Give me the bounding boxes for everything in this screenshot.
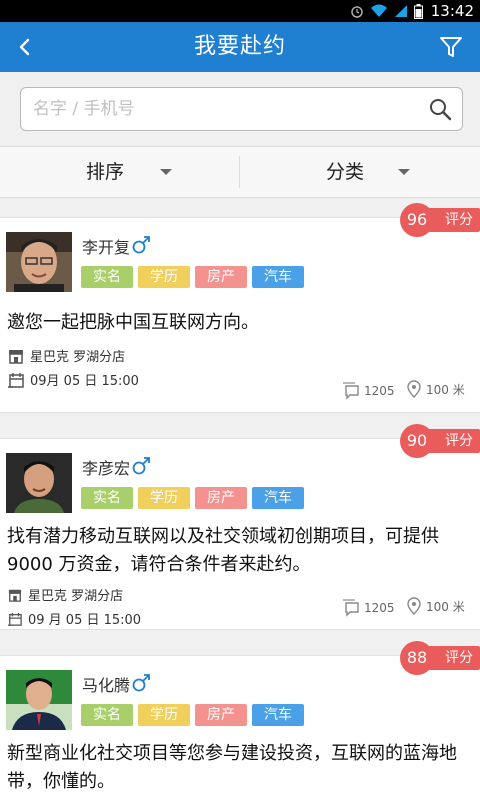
- caret-down-icon: [398, 169, 410, 175]
- score-value: 96: [400, 203, 434, 237]
- chevron-left-icon: [19, 38, 30, 56]
- tag-car: 汽车: [252, 487, 304, 509]
- avatar[interactable]: [6, 453, 72, 513]
- sort-dropdown[interactable]: 排序: [0, 147, 240, 197]
- score-label: 评分: [428, 208, 480, 232]
- tag-property: 房产: [195, 266, 247, 288]
- user-name: 李彦宏: [82, 459, 131, 478]
- status-bar: 13:42: [0, 0, 480, 22]
- comment-count[interactable]: 1205: [342, 599, 395, 617]
- distance: 100 米: [406, 380, 465, 398]
- tag-property: 房产: [195, 487, 247, 509]
- sort-bar: 排序 分类: [0, 146, 480, 198]
- battery-icon: [413, 3, 423, 19]
- calendar-icon: [8, 612, 22, 626]
- comment-count-text: 1205: [364, 601, 395, 615]
- location-pin-icon: [407, 597, 421, 615]
- invitation-text: 邀您一起把脉中国互联网方向。: [7, 312, 259, 333]
- category-dropdown[interactable]: 分类: [240, 147, 480, 197]
- nav-bar: 我要赴约: [0, 22, 480, 72]
- location: 星巴克 罗湖分店: [8, 346, 125, 365]
- invitation-text: 找有潜力移动互联网以及社交领域初创期项目，可提供9000 万资金，请符合条件者来…: [7, 526, 439, 575]
- location-text: 星巴克 罗湖分店: [30, 350, 126, 365]
- score-badge: 评分 90: [400, 424, 480, 458]
- search-section: [0, 72, 480, 146]
- distance-text: 100 米: [426, 382, 465, 397]
- filter-button[interactable]: [438, 34, 464, 60]
- category-label: 分类: [326, 161, 365, 183]
- comment-icon: [343, 599, 359, 617]
- datetime-text: 09月 05 日 15:00: [30, 374, 139, 389]
- male-icon: [132, 236, 150, 254]
- tag-education: 学历: [138, 704, 190, 726]
- search-input[interactable]: [33, 88, 423, 130]
- tag-real-name: 实名: [81, 266, 133, 288]
- datetime: 09月 05 日 15:00: [8, 370, 139, 389]
- tag-list: 实名 学历 房产 汽车: [81, 704, 304, 726]
- score-badge: 评分 96: [400, 203, 480, 237]
- tag-real-name: 实名: [81, 487, 133, 509]
- invitation-text: 新型商业化社交项目等您参与建设投资，互联网的蓝海地带，你懂的。: [7, 743, 457, 792]
- tag-education: 学历: [138, 266, 190, 288]
- status-time: 13:42: [430, 2, 474, 20]
- tag-car: 汽车: [252, 266, 304, 288]
- search-icon[interactable]: [428, 97, 452, 121]
- datetime: 09 月 05 日 15:00: [8, 609, 141, 628]
- location: 星巴克 罗湖分店: [8, 585, 123, 604]
- list-item[interactable]: 评分 96 李开复 实名 学历 房产 汽车 邀您一起把脉中国互联网方向。 星巴克…: [0, 203, 480, 413]
- search-box: [20, 87, 463, 131]
- score-value: 88: [400, 641, 434, 675]
- sort-label: 排序: [86, 161, 125, 183]
- avatar[interactable]: [6, 670, 72, 730]
- alarm-icon: [350, 4, 364, 18]
- filter-funnel-icon: [440, 37, 462, 57]
- score-badge: 评分 88: [400, 641, 480, 675]
- status-icons: 13:42: [350, 2, 474, 20]
- page-title: 我要赴约: [193, 34, 286, 59]
- score-value: 90: [400, 424, 434, 458]
- location-text: 星巴克 罗湖分店: [28, 589, 124, 604]
- tag-property: 房产: [195, 704, 247, 726]
- tag-list: 实名 学历 房产 汽车: [81, 266, 304, 288]
- list-item[interactable]: 评分 88 马化腾 实名 学历 房产 汽车 新型商业化社交项目等您参与建设投资，…: [0, 641, 480, 800]
- score-label: 评分: [428, 646, 480, 670]
- store-icon: [9, 349, 23, 364]
- score-label: 评分: [428, 429, 480, 453]
- signal-icon: [394, 4, 408, 18]
- tag-car: 汽车: [252, 704, 304, 726]
- male-icon: [132, 674, 150, 692]
- wifi-icon: [370, 4, 388, 18]
- tag-real-name: 实名: [81, 704, 133, 726]
- user-name: 李开复: [82, 238, 131, 257]
- comment-count-text: 1205: [364, 384, 395, 398]
- comment-count[interactable]: 1205: [342, 382, 395, 400]
- back-button[interactable]: [12, 34, 38, 60]
- datetime-text: 09 月 05 日 15:00: [28, 613, 142, 628]
- avatar[interactable]: [6, 232, 72, 292]
- calendar-icon: [8, 372, 24, 388]
- tag-list: 实名 学历 房产 汽车: [81, 487, 304, 509]
- caret-down-icon: [160, 169, 172, 175]
- distance: 100 米: [406, 597, 465, 615]
- store-icon: [8, 589, 22, 602]
- user-name: 马化腾: [82, 676, 131, 695]
- tag-education: 学历: [138, 487, 190, 509]
- distance-text: 100 米: [426, 599, 465, 614]
- male-icon: [132, 457, 150, 475]
- location-pin-icon: [407, 380, 421, 398]
- comment-icon: [343, 382, 359, 400]
- list-item[interactable]: 评分 90 李彦宏 实名 学历 房产 汽车 找有潜力移动互联网以及社交领域初创期…: [0, 424, 480, 630]
